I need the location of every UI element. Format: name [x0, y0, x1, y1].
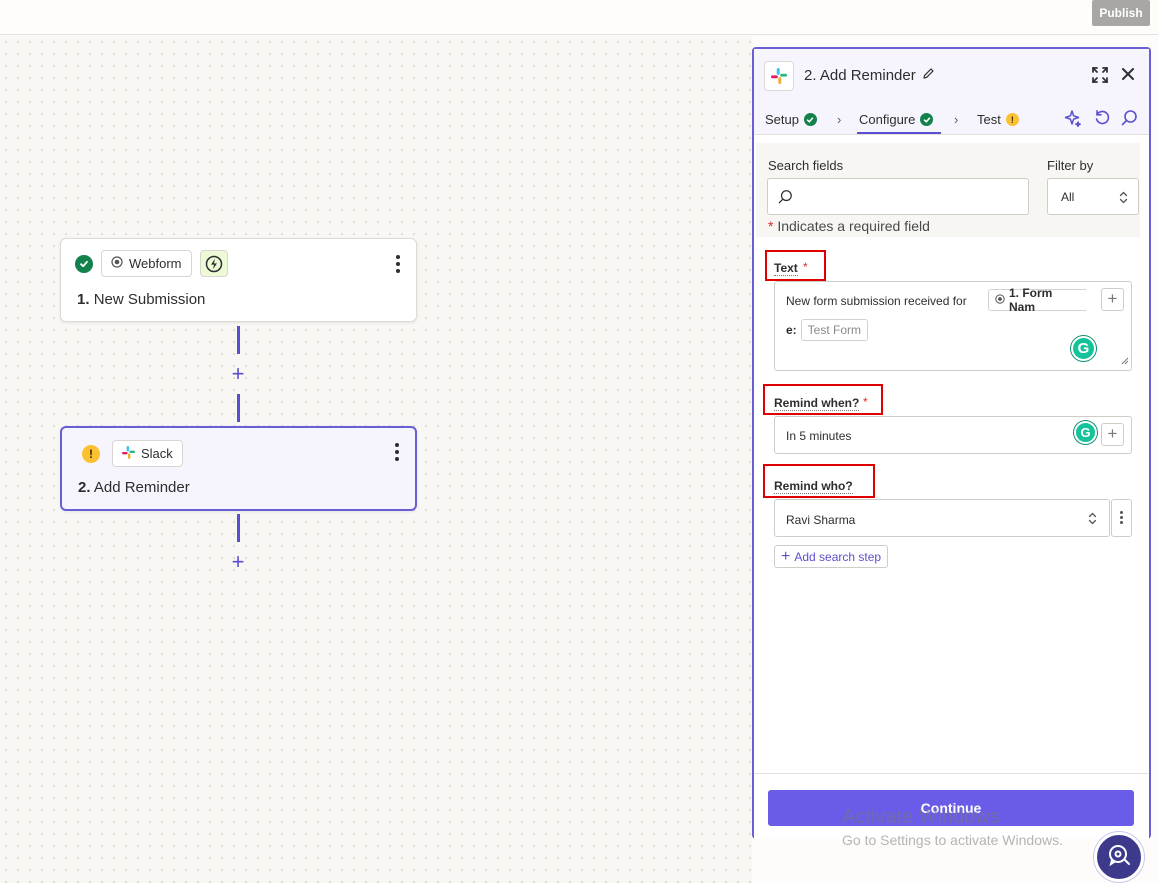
more-options-icon[interactable]	[396, 255, 400, 276]
step-2-header: ! Slack	[82, 440, 183, 467]
text-static: New form submission received for	[786, 294, 967, 308]
search-fields-area: Search fields Filter by All * Indicates …	[756, 143, 1140, 237]
pill-continuation: e: Test Form	[786, 319, 869, 341]
filter-value: All	[1061, 189, 1075, 204]
connector-line	[237, 394, 240, 422]
panel-header: 2. Add Reminder	[754, 49, 1149, 99]
slack-icon	[122, 445, 135, 462]
form-name-pill[interactable]: 1. Form Nam	[988, 286, 1086, 314]
chat-support-icon	[1107, 843, 1131, 872]
webform-icon	[111, 256, 123, 271]
add-search-step-button[interactable]: + Add search step	[774, 545, 889, 568]
filter-by-label: Filter by	[1047, 158, 1094, 173]
grammarly-icon[interactable]: G	[1071, 336, 1096, 361]
pill-value: Test Form	[800, 319, 869, 341]
connector-line	[237, 514, 240, 542]
step-1-header: Webform	[75, 250, 228, 277]
tab-setup[interactable]: Setup	[765, 112, 817, 127]
workflow-step-2[interactable]: ! Slack 2. Add Reminder	[60, 426, 417, 511]
search-fields-label: Search fields	[768, 158, 844, 173]
app-name: Slack	[141, 446, 173, 461]
workflow-step-1[interactable]: Webform 1. New Submission	[60, 238, 417, 322]
warning-icon: !	[82, 444, 100, 463]
step-1-title: 1. New Submission	[77, 291, 205, 308]
text-field[interactable]: New form submission received for 1. Form…	[774, 281, 1132, 371]
ai-sparkle-icon[interactable]	[1064, 109, 1082, 132]
top-bar: Publish	[0, 0, 1158, 35]
step-editor-panel: 2. Add Reminder Setup › Configure › Test…	[752, 47, 1151, 839]
required-star: *	[863, 395, 868, 409]
required-field-note: * Indicates a required field	[768, 218, 930, 234]
connector-line	[237, 326, 240, 354]
step-title: Add Reminder	[93, 479, 190, 496]
slack-app-chip: Slack	[112, 440, 183, 467]
webform-icon	[995, 293, 1005, 307]
step-number: 1.	[77, 291, 90, 308]
filter-by-select[interactable]: All	[1047, 178, 1139, 215]
check-circle-icon	[75, 254, 93, 273]
step-2-title: 2. Add Reminder	[78, 479, 190, 496]
chevron-right-icon: ›	[954, 112, 959, 127]
warning-icon: !	[1005, 113, 1019, 126]
pencil-icon[interactable]	[922, 67, 935, 85]
tab-label: Test	[977, 112, 1001, 127]
remind-who-label: Remind who?	[774, 479, 853, 494]
add-step-button[interactable]: +	[228, 551, 248, 573]
trigger-bolt-icon	[199, 250, 228, 277]
search-icon[interactable]	[1121, 109, 1138, 131]
app-name: Webform	[129, 256, 182, 271]
add-step-button[interactable]: +	[228, 363, 248, 385]
select-arrows-icon	[1088, 512, 1097, 528]
tab-label: Configure	[859, 112, 916, 127]
activation-watermark-subtitle: Go to Settings to activate Windows.	[842, 832, 1063, 848]
grammarly-icon[interactable]: G	[1074, 421, 1097, 444]
chevron-right-icon: ›	[837, 112, 842, 127]
expand-icon[interactable]	[1092, 67, 1108, 88]
more-options-icon	[1120, 511, 1123, 524]
tab-label: Setup	[765, 112, 799, 127]
tab-test[interactable]: Test !	[977, 112, 1019, 127]
field-options-button[interactable]	[1111, 499, 1132, 537]
remind-who-select[interactable]: Ravi Sharma	[774, 499, 1110, 537]
more-options-icon[interactable]	[395, 443, 399, 464]
activation-watermark-title: Activate Windows	[842, 806, 1000, 828]
add-search-step-label: Add search step	[794, 549, 882, 564]
insert-data-button[interactable]: +	[1101, 423, 1124, 446]
step-title: New Submission	[93, 291, 206, 308]
step-number: 2.	[78, 479, 91, 496]
check-circle-icon	[803, 113, 817, 126]
insert-data-button[interactable]: +	[1101, 288, 1124, 311]
help-chat-button[interactable]	[1094, 832, 1144, 882]
close-icon[interactable]	[1121, 67, 1135, 86]
plus-icon: +	[781, 547, 791, 565]
check-circle-icon	[920, 113, 934, 126]
tab-configure[interactable]: Configure	[859, 112, 934, 127]
remind-who-value: Ravi Sharma	[786, 513, 856, 527]
search-fields-input[interactable]	[767, 178, 1029, 215]
active-tab-indicator	[857, 132, 941, 134]
webform-app-chip: Webform	[101, 250, 192, 277]
panel-tabs: Setup › Configure › Test !	[754, 99, 1149, 135]
history-icon[interactable]	[1094, 109, 1111, 131]
text-field-label: Text	[774, 261, 798, 276]
remind-when-field[interactable]: In 5 minutes G +	[774, 416, 1132, 454]
resize-handle-icon[interactable]	[1121, 354, 1129, 368]
search-icon	[778, 189, 793, 209]
select-arrows-icon	[1119, 191, 1128, 207]
remind-when-value: In 5 minutes	[786, 429, 852, 443]
remind-when-label: Remind when?	[774, 396, 860, 411]
pill-label: 1. Form Nam	[1009, 286, 1053, 314]
publish-button[interactable]: Publish	[1092, 0, 1150, 26]
required-star: *	[803, 260, 808, 274]
slack-icon	[764, 61, 794, 91]
panel-title: 2. Add Reminder	[804, 67, 916, 84]
